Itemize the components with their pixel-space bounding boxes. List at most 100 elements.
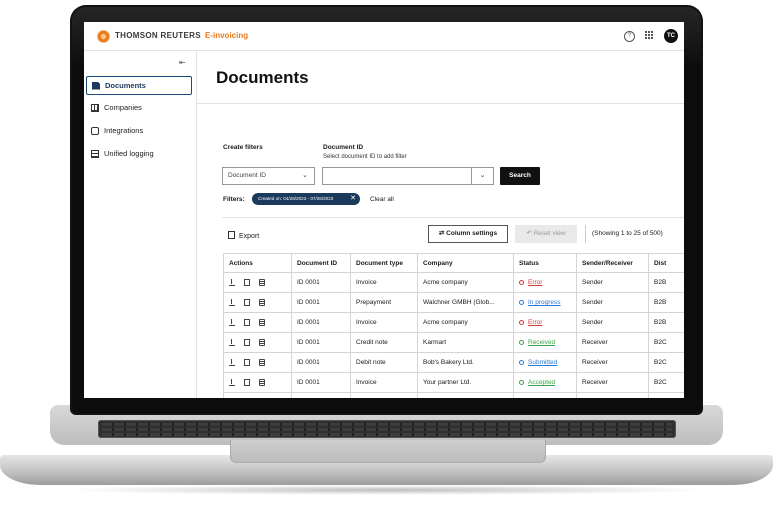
download-icon[interactable] bbox=[229, 319, 235, 326]
file-icon[interactable] bbox=[259, 339, 265, 346]
column-header[interactable]: Document ID bbox=[291, 253, 351, 273]
table-row[interactable]: ID 0001InvoiceAcme companyErrorSenderB2B bbox=[223, 312, 684, 333]
sidebar-item-integrations[interactable]: Integrations bbox=[86, 122, 190, 139]
table-row[interactable]: ID 0001 Invoice Your partner Ltd. Accepted R… bbox=[223, 372, 684, 393]
column-header[interactable]: Status bbox=[513, 253, 577, 273]
status-cell: Error bbox=[513, 272, 577, 293]
document-type-cell: Invoice bbox=[350, 392, 418, 398]
table-row[interactable]: ID 0001 Prepayment Walchner GMBH (Glob... I… bbox=[223, 292, 684, 313]
document-id-hint: Select document ID to add filter bbox=[323, 154, 407, 160]
file-icon[interactable] bbox=[259, 279, 265, 286]
status-cell: Error bbox=[513, 392, 577, 398]
row-actions bbox=[223, 332, 292, 353]
document-id-cell: ID 0001 bbox=[291, 352, 351, 373]
close-icon[interactable]: ✕ bbox=[350, 193, 356, 205]
export-button[interactable]: Export bbox=[228, 231, 259, 240]
view-icon[interactable] bbox=[244, 339, 250, 346]
integrations-icon bbox=[91, 126, 99, 135]
sidebar-item-companies[interactable]: Companies bbox=[86, 99, 190, 116]
column-header[interactable]: Sender/Receiver bbox=[576, 253, 649, 273]
distribution-cell: B2B bbox=[648, 292, 684, 313]
help-icon[interactable]: ? bbox=[624, 31, 635, 42]
download-icon[interactable] bbox=[229, 359, 235, 366]
clear-all-link[interactable]: Clear all bbox=[370, 196, 394, 203]
status-link[interactable]: Error bbox=[528, 279, 542, 286]
sidebar-item-label: Unified logging bbox=[104, 149, 154, 158]
company-cell: Karmart bbox=[417, 332, 514, 353]
status-link[interactable]: In progress bbox=[528, 299, 561, 306]
table-header-row: Actions Document ID Document type Compan… bbox=[223, 253, 684, 273]
document-id-cell: ID 0001 bbox=[291, 292, 351, 313]
filter-field-select[interactable]: Document ID ⌄ bbox=[222, 167, 315, 185]
download-icon[interactable] bbox=[229, 379, 235, 386]
file-icon[interactable] bbox=[259, 359, 265, 366]
company-cell: Your partner Ltd. bbox=[417, 372, 514, 393]
sidebar-item-documents[interactable]: Documents bbox=[86, 76, 192, 95]
collapse-sidebar-icon[interactable]: ⇤ bbox=[179, 58, 186, 67]
table-row[interactable]: ID 0001InvoiceAcme companyErrorSenderB2B bbox=[223, 392, 684, 398]
company-cell: Walchner GMBH (Glob... bbox=[417, 292, 514, 313]
keyboard-row bbox=[102, 433, 672, 436]
view-icon[interactable] bbox=[244, 299, 250, 306]
status-link[interactable]: Accepted bbox=[528, 379, 555, 386]
status-cell: Submitted bbox=[513, 352, 577, 373]
status-link[interactable]: Submitted bbox=[528, 359, 557, 366]
document-id-cell: ID 0001 bbox=[291, 272, 351, 293]
app-screen: THOMSON REUTERS E-invoicing ? TC ⇤ Docum… bbox=[84, 22, 684, 398]
column-header[interactable]: Actions bbox=[223, 253, 292, 273]
distribution-cell: B2C bbox=[648, 332, 684, 353]
chevron-down-icon: ⌄ bbox=[302, 172, 308, 179]
document-id-dropdown[interactable]: ⌄ bbox=[472, 167, 494, 185]
row-actions bbox=[223, 372, 292, 393]
download-icon[interactable] bbox=[229, 339, 235, 346]
column-settings-button[interactable]: ⇄ Column settings bbox=[428, 225, 508, 243]
status-icon bbox=[519, 280, 524, 285]
company-cell: Acme company bbox=[417, 312, 514, 333]
file-icon[interactable] bbox=[259, 379, 265, 386]
view-icon[interactable] bbox=[244, 379, 250, 386]
page-title: Documents bbox=[216, 68, 309, 87]
table-row[interactable]: ID 0001InvoiceAcme companyErrorSenderB2B bbox=[223, 272, 684, 293]
sender-receiver-cell: Sender bbox=[576, 392, 649, 398]
create-filters-label: Create filters bbox=[223, 144, 263, 151]
document-type-cell: Prepayment bbox=[350, 292, 418, 313]
chip-text: Created on: 04/28/2023 - 07/28/2023 bbox=[258, 196, 334, 201]
file-icon[interactable] bbox=[259, 319, 265, 326]
document-type-cell: Invoice bbox=[350, 272, 418, 293]
download-icon[interactable] bbox=[229, 279, 235, 286]
active-filter-chip[interactable]: Created on: 04/28/2023 - 07/28/2023 ✕ bbox=[252, 193, 360, 205]
reset-view-button[interactable]: ↶ Reset view bbox=[515, 225, 577, 243]
status-icon bbox=[519, 360, 524, 365]
document-icon bbox=[92, 81, 100, 90]
apps-grid-icon[interactable] bbox=[645, 31, 654, 40]
table-row[interactable]: ID 0001 Credit note Karmart Received Receive… bbox=[223, 332, 684, 353]
status-cell: Accepted bbox=[513, 372, 577, 393]
document-id-input[interactable] bbox=[322, 167, 472, 185]
view-icon[interactable] bbox=[244, 359, 250, 366]
sender-receiver-cell: Sender bbox=[576, 292, 649, 313]
status-link[interactable]: Error bbox=[528, 319, 542, 326]
building-icon bbox=[91, 103, 99, 112]
download-icon[interactable] bbox=[229, 299, 235, 306]
sender-receiver-cell: Sender bbox=[576, 312, 649, 333]
column-header[interactable]: Company bbox=[417, 253, 514, 273]
product-name: E-invoicing bbox=[205, 31, 249, 40]
column-header[interactable]: Dist bbox=[648, 253, 684, 273]
table-row[interactable]: ID 0001 Debit note Bob's Bakery Ltd. Submit… bbox=[223, 352, 684, 373]
sidebar-item-unified-logging[interactable]: Unified logging bbox=[86, 145, 190, 162]
avatar[interactable]: TC bbox=[664, 29, 678, 43]
view-icon[interactable] bbox=[244, 279, 250, 286]
sender-receiver-cell: Receiver bbox=[576, 332, 649, 353]
view-icon[interactable] bbox=[244, 319, 250, 326]
status-cell: Error bbox=[513, 312, 577, 333]
search-button[interactable]: Search bbox=[500, 167, 540, 185]
status-link[interactable]: Received bbox=[528, 339, 555, 346]
file-icon[interactable] bbox=[259, 299, 265, 306]
distribution-cell: B2B bbox=[648, 312, 684, 333]
status-cell: Received bbox=[513, 332, 577, 353]
divider bbox=[197, 103, 684, 104]
sender-receiver-cell: Receiver bbox=[576, 372, 649, 393]
column-header[interactable]: Document type bbox=[350, 253, 418, 273]
company-cell: Bob's Bakery Ltd. bbox=[417, 352, 514, 373]
company-cell: Acme company bbox=[417, 272, 514, 293]
